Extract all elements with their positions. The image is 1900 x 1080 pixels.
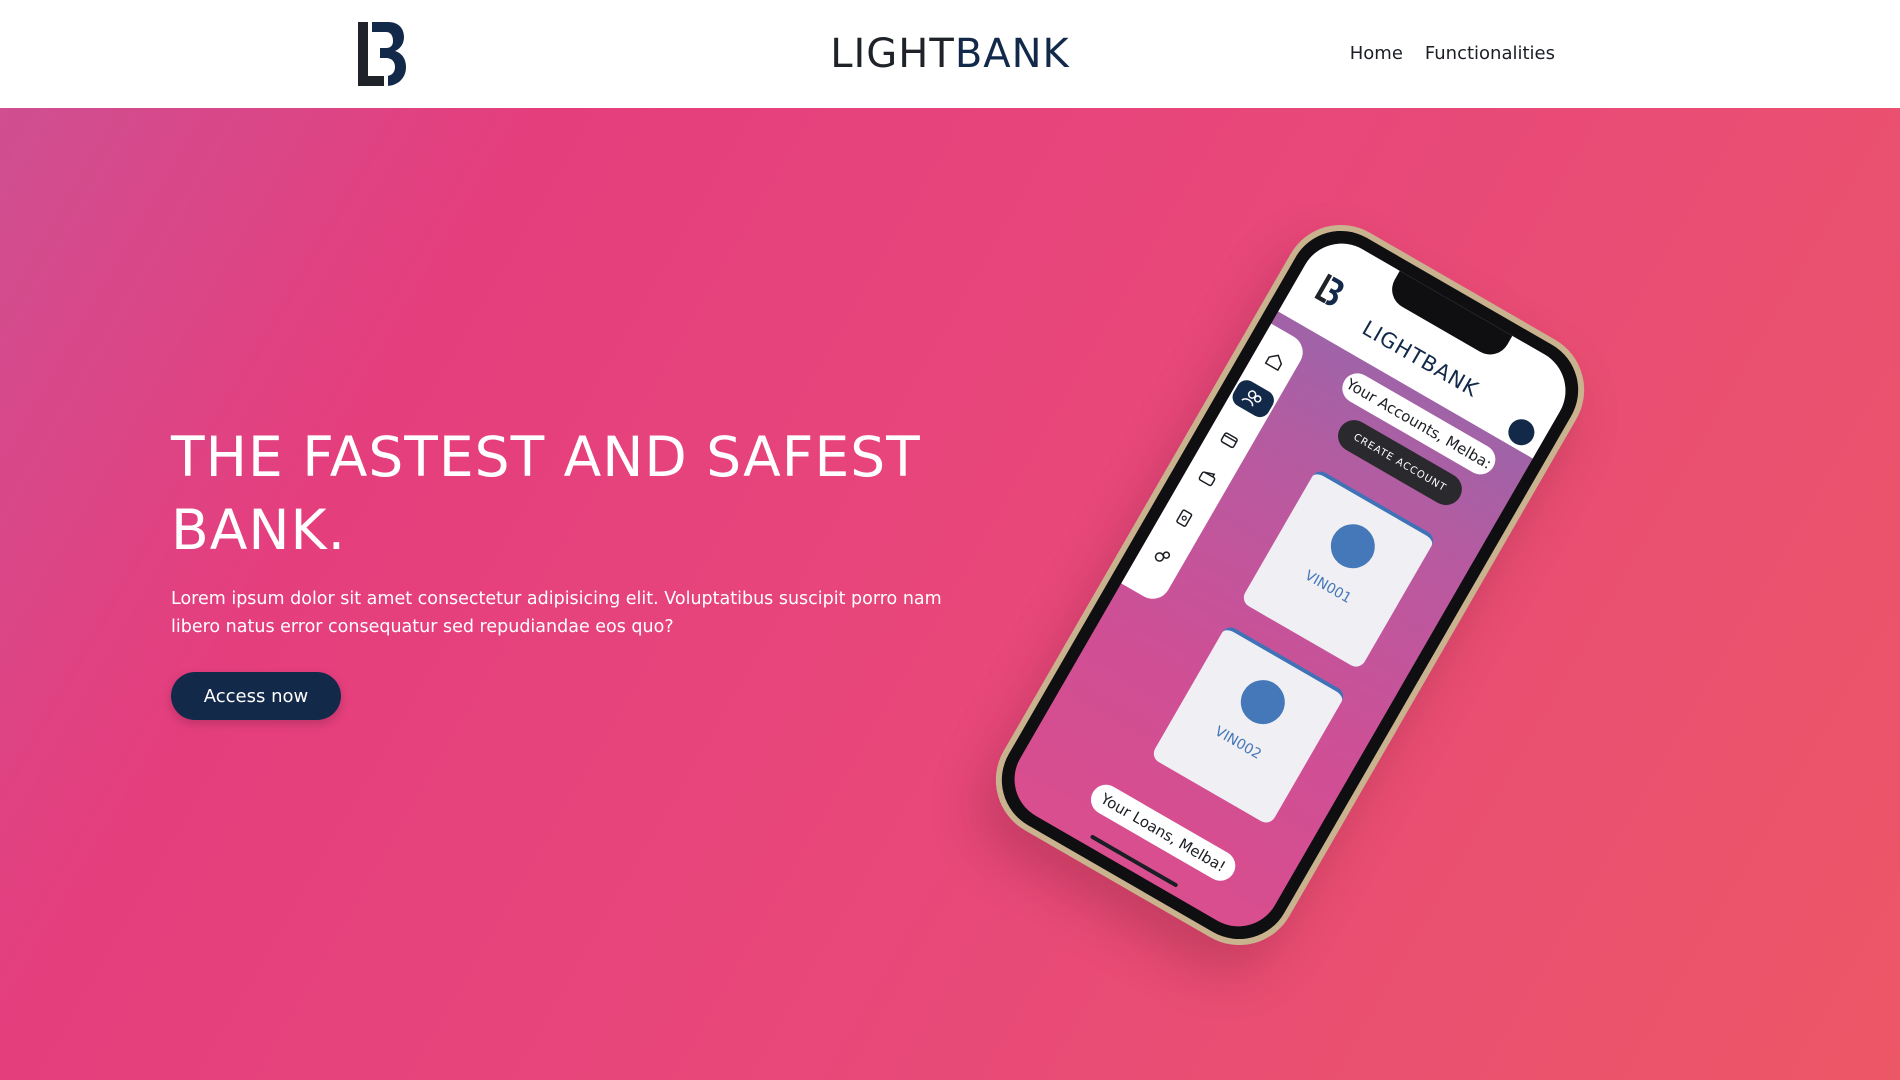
account-avatar	[1232, 672, 1293, 733]
hero-title: THE FASTEST AND SAFEST BANK.	[171, 425, 921, 562]
wallet-icon	[1188, 459, 1226, 497]
brand-bank: BANK	[954, 31, 1070, 77]
account-card: VIN001	[1240, 467, 1437, 671]
account-card-label: VIN002	[1211, 723, 1264, 763]
brand-wordmark: LIGHTBANK	[0, 27, 1900, 81]
phone-frame: LIGHTBANK 4:35 5G Your Accounts, Melba: …	[974, 203, 1606, 967]
account-avatar	[1322, 516, 1383, 577]
brand-light: LIGHT	[830, 31, 955, 77]
nav-functionalities-link[interactable]: Functionalities	[1425, 40, 1555, 68]
money-icon	[1143, 537, 1181, 575]
hero-description: Lorem ipsum dolor sit amet consectetur a…	[171, 589, 942, 637]
main-nav: Home Functionalities	[1350, 40, 1555, 68]
site-header: LIGHTBANK Home Functionalities	[0, 0, 1900, 108]
hero-section: THE FASTEST AND SAFEST BANK. Lorem ipsum…	[0, 108, 1900, 1080]
card-icon	[1210, 421, 1248, 459]
account-card-label: VIN001	[1301, 567, 1354, 607]
access-now-button[interactable]: Access now	[171, 672, 341, 720]
home-icon	[1256, 341, 1294, 379]
phone-screen: LIGHTBANK 4:35 5G Your Accounts, Melba: …	[999, 228, 1581, 942]
nav-home-link[interactable]: Home	[1350, 40, 1403, 68]
document-icon	[1165, 499, 1203, 537]
phone-bezel: LIGHTBANK 4:35 5G Your Accounts, Melba: …	[982, 211, 1598, 959]
account-card: VIN002	[1150, 623, 1347, 827]
users-icon	[1228, 376, 1278, 421]
